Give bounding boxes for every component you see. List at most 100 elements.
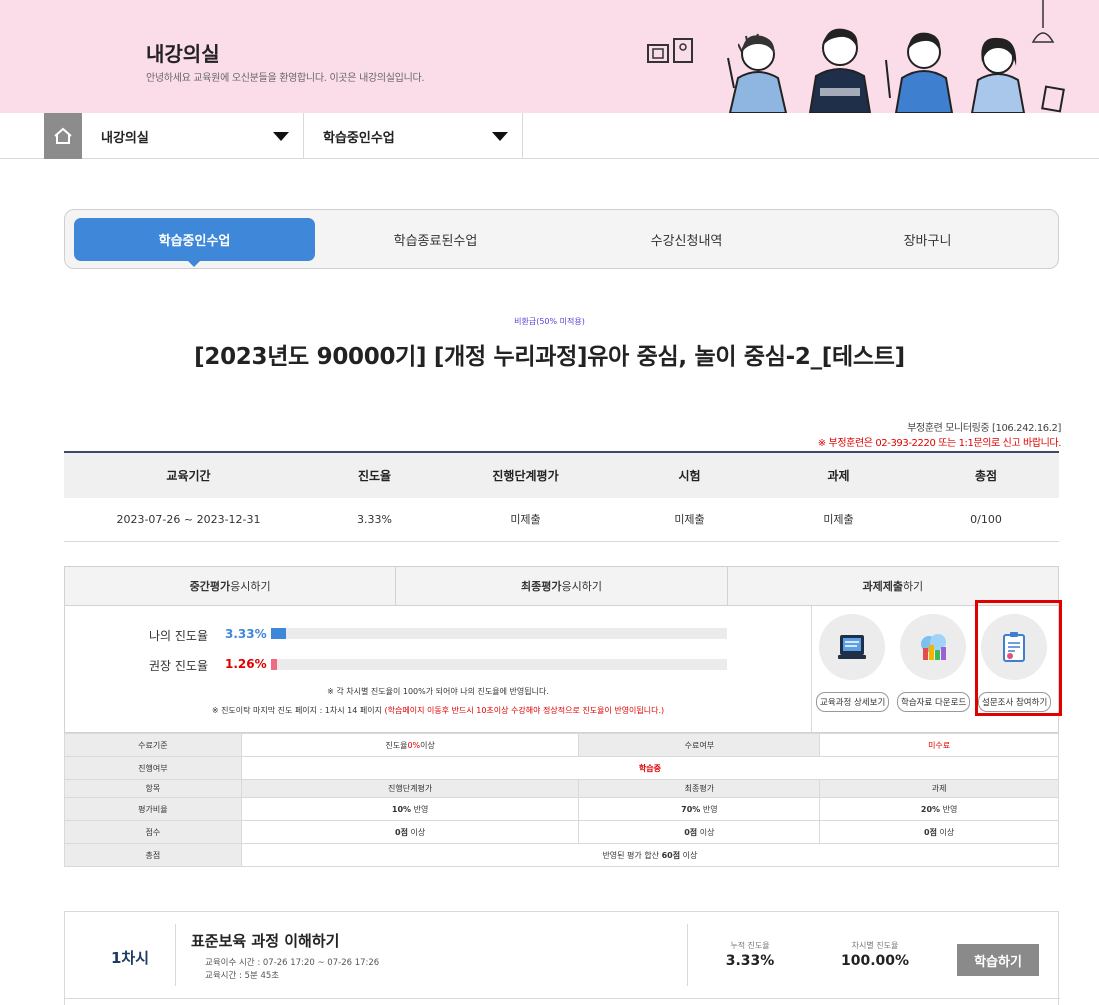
column-header: 진행단계평가 (436, 451, 615, 498)
tab-finished-classes[interactable]: 학습종료된수업 (315, 218, 556, 261)
cell-text: 이상 (420, 740, 435, 750)
tab-cart[interactable]: 장바구니 (807, 218, 1048, 261)
table-row: 평가비율 10% 반영 70% 반영 20% 반영 (64, 797, 1059, 821)
cell-bold: 10% (391, 804, 412, 814)
cell-highlight: 0% (407, 740, 421, 750)
button-label: 응시하기 (561, 580, 602, 593)
tab-current-classes[interactable]: 학습중인수업 (74, 218, 315, 267)
lesson-progress-value: 100.00% (840, 953, 910, 969)
icon-button-label: 교육과정 상세보기 (816, 692, 890, 712)
table-cell: 10% 반영 (240, 797, 580, 821)
lesson-list: 1차시 표준보육 과정 이해하기 교육이수 시간 : 07-26 17:20 ~… (64, 911, 1060, 1005)
lesson-completion-time: 교육이수 시간 : 07-26 17:20 ~ 07-26 17:26 (205, 958, 380, 968)
progress-panel: 나의 진도율 3.33% 권장 진도율 1.26% ※ 각 차시별 진도율이 1… (64, 606, 1059, 733)
button-label-bold: 과제제출 (862, 580, 903, 593)
column-header: 교육기간 (64, 451, 313, 498)
cumulative-progress-value: 3.33% (725, 953, 775, 969)
cell-text: 이상 (699, 827, 715, 837)
row-label: 항목 (64, 779, 242, 798)
table-cell: 과제 (819, 779, 1059, 798)
start-study-button[interactable]: 학습하기 (957, 944, 1039, 976)
table-cell: 미제출 (436, 498, 615, 542)
final-exam-button[interactable]: 최종평가 응시하기 (396, 567, 728, 605)
assignment-submit-button[interactable]: 과제제출 하기 (728, 567, 1058, 605)
cell-text: 이상 (410, 827, 426, 837)
table-row: 2023-07-26 ~ 2023-12-31 3.33% 미제출 미제출 미제… (64, 498, 1059, 542)
report-notice: ※ 부정훈련은 02-393-2220 또는 1:1문의로 신고 바랍니다. (817, 438, 1062, 449)
table-cell: 2023-07-26 ~ 2023-12-31 (64, 498, 313, 542)
button-label: 응시하기 (230, 580, 271, 593)
evaluation-button-row: 중간평가 응시하기 최종평가 응시하기 과제제출 하기 (64, 566, 1059, 606)
course-summary-table: 교육기간 진도율 진행단계평가 시험 과제 총점 2023-07-26 ~ 20… (64, 451, 1059, 542)
table-cell: 0점 이상 (578, 820, 821, 844)
lesson-title: 표준보육 과정 이해하기 (191, 932, 340, 950)
recommended-progress-label: 권장 진도율 (149, 659, 209, 673)
button-label-bold: 중간평가 (189, 580, 231, 593)
table-header-row: 교육기간 진도율 진행단계평가 시험 과제 총점 (64, 451, 1059, 498)
cumulative-progress-label: 누적 진도율 (730, 941, 770, 950)
column-header: 진도율 (313, 451, 436, 498)
course-title: [2023년도 90000기] [개정 누리과정]유아 중심, 놀이 중심-2_… (194, 344, 905, 370)
table-cell: 진행단계평가 (240, 779, 580, 798)
my-progress-value: 3.33% (225, 627, 267, 641)
cell-bold: 0점 (924, 827, 937, 837)
course-detail-button[interactable]: 교육과정 상세보기 (816, 614, 890, 712)
table-cell: 0/100 (913, 498, 1059, 542)
lesson-duration: 교육시간 : 5분 45초 (205, 971, 280, 981)
course-detail-icon-circle (819, 614, 885, 680)
row-label: 수료기준 (64, 733, 242, 757)
lesson-number: 1차시 (111, 949, 150, 967)
lamp-illustration (1031, 0, 1055, 43)
lesson-row: 1차시 표준보육 과정 이해하기 교육이수 시간 : 07-26 17:20 ~… (65, 912, 1060, 999)
table-cell: 3.33% (313, 498, 436, 542)
lesson-progress-label: 차시별 진도율 (851, 941, 899, 950)
my-progress-label: 나의 진도율 (149, 629, 209, 643)
column-header: 과제 (764, 451, 913, 498)
monitoring-notice: 부정훈련 모니터링중 [106.242.16.2] (907, 423, 1061, 434)
nav-dropdown-my-classroom[interactable]: 내강의실 (82, 113, 304, 159)
table-row: 점수 0점 이상 0점 이상 0점 이상 (64, 820, 1059, 844)
completion-status: 미수료 (819, 733, 1059, 757)
nav-dropdown-label: 학습중인수업 (323, 130, 395, 146)
table-cell: 70% 반영 (578, 797, 821, 821)
cell-bold: 0점 (395, 827, 408, 837)
cell-bold: 70% (681, 804, 701, 814)
survey-button[interactable]: 설문조사 참여하기 (978, 614, 1052, 712)
course-detail-icon (838, 635, 866, 659)
table-row: 수료기준 진도율0%이상 수료여부 미수료 (64, 733, 1059, 757)
row-label: 총점 (64, 843, 242, 867)
icon-button-label: 학습자료 다운로드 (897, 692, 971, 712)
column-header: 시험 (615, 451, 764, 498)
column-header: 총점 (913, 451, 1059, 498)
icon-button-label: 설문조사 참여하기 (978, 692, 1052, 712)
download-materials-button[interactable]: 학습자료 다운로드 (897, 614, 971, 712)
welcome-text: 안녕하세요 교육원에 오신분들을 환영합니다. 이곳은 내강의실입니다. (146, 73, 425, 84)
students-illustration (727, 28, 1065, 113)
cell-text: 반영된 평가 합산 (602, 850, 660, 860)
dropdown-arrow-icon (492, 132, 508, 141)
recommended-progress-bar (271, 659, 727, 670)
lesson-divider (175, 924, 176, 986)
table-row: 진행여부 학습중 (64, 756, 1060, 780)
button-label: 하기 (902, 580, 924, 593)
table-cell: 진도율0%이상 (240, 733, 580, 757)
midterm-exam-button[interactable]: 중간평가 응시하기 (65, 567, 397, 605)
dropdown-arrow-icon (273, 132, 289, 141)
page-title: 내강의실 (146, 42, 220, 66)
tab-enrollment-history[interactable]: 수강신청내역 (566, 218, 807, 261)
button-label-bold: 최종평가 (521, 580, 562, 593)
cell-text: 반영 (413, 804, 429, 814)
table-cell: 미제출 (764, 498, 913, 542)
class-tabs: 학습중인수업 학습종료된수업 수강신청내역 장바구니 (64, 209, 1059, 269)
nav-bar: 내강의실 학습중인수업 (0, 113, 1099, 159)
cell-text: 이상 (682, 850, 698, 860)
header-banner: 내강의실 안녕하세요 교육원에 오신분들을 환영합니다. 이곳은 내강의실입니다… (0, 0, 1099, 113)
cell-bold: 20% (920, 804, 941, 814)
home-button[interactable] (44, 113, 82, 159)
picture-frames-illustration (647, 38, 693, 63)
progress-status: 학습중 (240, 756, 1060, 780)
last-page-text: ※ 진도이탁 마지막 진도 페이지 : 1차시 14 페이지 (211, 706, 382, 715)
table-row: 항목 진행단계평가 최종평가 과제 (64, 779, 1059, 798)
nav-dropdown-current-class[interactable]: 학습중인수업 (304, 113, 523, 159)
cell-text: 이상 (939, 827, 955, 837)
